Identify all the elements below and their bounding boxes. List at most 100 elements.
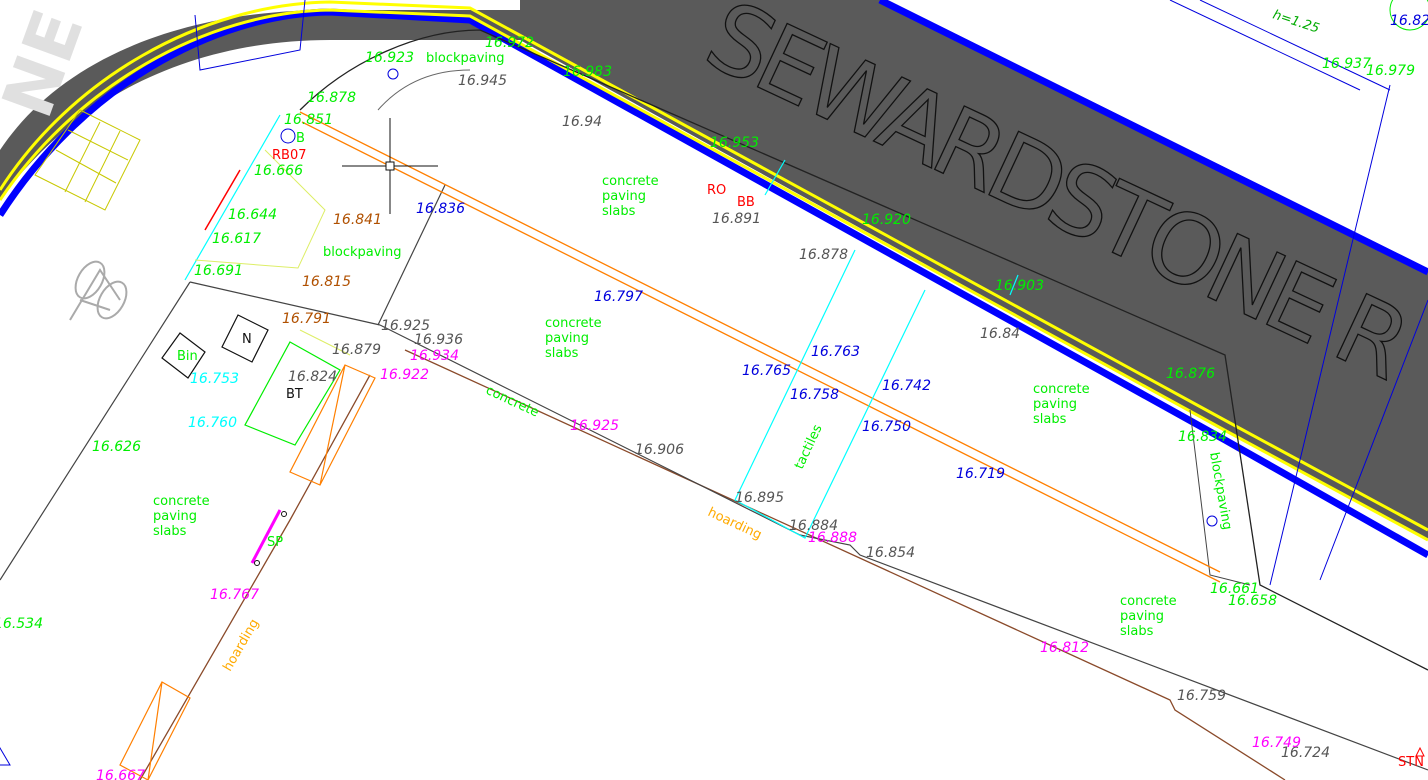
level-g3: 16.983 [563,64,612,80]
cps-3-line3: slabs [1033,412,1067,427]
cps-1-line3: slabs [602,204,636,219]
hoarding-boundary-left [139,374,371,780]
level-g12: 16.903 [995,278,1044,294]
level-k11: 16.895 [735,490,784,506]
level-k7: 16.936 [414,332,463,348]
level-b7: 16.750 [862,419,911,435]
blockpaving-label-left: blockpaving [323,245,402,260]
cps-2-line2: paving [545,331,589,346]
gully-icon-1 [387,68,399,80]
level-c1: 16.753 [190,371,239,387]
level-k3: 16.891 [712,211,761,227]
n-label: N [242,332,252,347]
level-g17: 16.937 [1322,56,1371,72]
cps-4-line1: concrete [153,494,210,509]
level-g20: 16.534 [0,616,43,632]
level-g19: 16.626 [92,439,141,455]
level-m7: 16.749 [1252,735,1301,751]
b-label: B [296,131,305,146]
level-m6: 16.812 [1040,640,1089,656]
cps-block-1: concrete paving slabs [602,174,659,219]
level-g6: 16.666 [254,163,303,179]
level-b2: 16.797 [594,289,643,305]
level-g8: 16.617 [212,231,261,247]
level-b8: 16.719 [956,466,1005,482]
rb07-label: RB07 [272,148,307,163]
height-note: h=1.25 [1271,8,1321,37]
sp-label: SP [267,535,283,550]
level-b4: 16.765 [742,363,791,379]
cps-5-line3: slabs [1120,624,1154,639]
level-g1: 16.923 [365,50,414,66]
level-k9: 16.824 [288,369,337,385]
cps-2-line3: slabs [545,346,579,361]
level-o2: 16.815 [302,274,351,290]
gully-icon-2 [280,128,296,144]
level-k2: 16.94 [562,114,602,130]
level-g5: 16.851 [284,112,333,128]
cps-block-4: concrete paving slabs [153,494,210,539]
sp-post-end-2 [254,560,260,566]
triangle-marker-icon [0,747,11,766]
sp-post-end-1 [281,511,287,517]
blockpaving-label-right: blockpaving [1206,451,1234,531]
level-k14: 16.759 [1177,688,1226,704]
gully-icon-3 [1206,515,1218,527]
cps-5-line2: paving [1120,609,1164,624]
level-g2: 16.972 [485,35,534,51]
cps-5-line1: concrete [1120,594,1177,609]
kerb-inner-line [377,69,471,111]
level-g10: 16.953 [710,135,759,151]
cps-block-5: concrete paving slabs [1120,594,1177,639]
bt-label: BT [286,387,303,402]
level-g14: 16.834 [1178,429,1227,445]
level-k4: 16.878 [799,247,848,263]
level-m3: 16.925 [570,418,619,434]
level-o3: 16.791 [282,311,331,327]
level-bl1: 16.82 [1390,13,1428,29]
cps-4-line2: paving [153,509,197,524]
level-k5: 16.84 [980,326,1020,342]
level-b6: 16.742 [882,378,931,394]
level-g13: 16.876 [1166,366,1215,382]
stn-label: STN [1398,755,1424,770]
level-m1: 16.934 [410,348,459,364]
hoarding-label-left: hoarding [220,617,262,674]
cps-2-line1: concrete [545,316,602,331]
tactiles-label: tactiles [792,422,826,471]
cps-4-line3: slabs [153,524,187,539]
ro-label: RO [707,183,726,198]
level-g4: 16.878 [307,90,356,106]
cps-block-2: concrete paving slabs [545,316,602,361]
level-g18: 16.979 [1366,63,1415,79]
level-g7: 16.644 [228,207,277,223]
level-g9: 16.691 [194,263,243,279]
level-m5: 16.767 [210,587,259,603]
crosshair-cursor-icon [342,118,438,214]
cps-3-line1: concrete [1033,382,1090,397]
cps-block-3: concrete paving slabs [1033,382,1090,427]
level-b1: 16.836 [416,201,465,217]
bicycle-icon [69,260,128,321]
level-b5: 16.758 [790,387,839,403]
cps-3-line2: paving [1033,397,1077,412]
level-m2: 16.922 [380,367,429,383]
hoarding-box-2 [119,681,191,780]
bb-label: BB [737,195,755,210]
bin-label: Bin [177,349,198,364]
blockpaving-label-top: blockpaving [426,51,505,66]
level-k10: 16.906 [635,442,684,458]
level-k13: 16.854 [866,545,915,561]
cps-1-line2: paving [602,189,646,204]
level-k8: 16.879 [332,342,381,358]
level-g16: 16.658 [1228,593,1277,609]
level-c2: 16.760 [188,415,237,431]
cad-drawing-canvas[interactable]: SEWARDSTONE R NE Bin N BT SP h=1.25 bloc… [0,0,1428,780]
level-b3: 16.763 [811,344,860,360]
level-g11: 16.920 [862,212,911,228]
level-k1: 16.945 [458,73,507,89]
level-m4: 16.888 [808,530,857,546]
level-o1: 16.841 [333,212,382,228]
level-m8: 16.667 [96,768,145,780]
cps-1-line1: concrete [602,174,659,189]
